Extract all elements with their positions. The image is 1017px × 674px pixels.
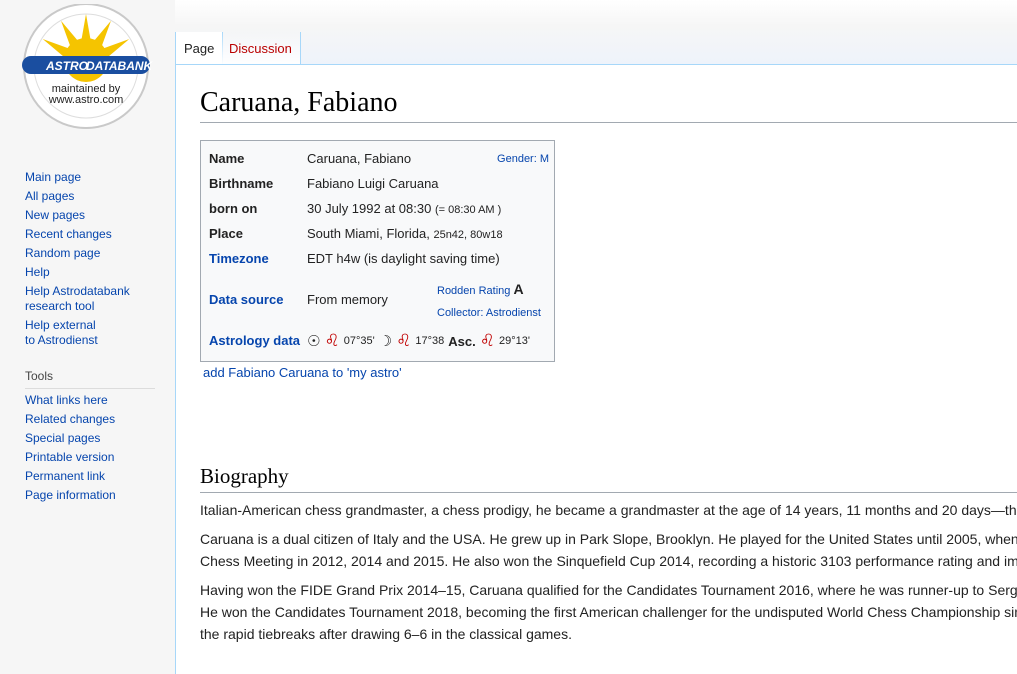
nav-random-page[interactable]: Random page	[25, 246, 100, 260]
nav-help[interactable]: Help	[25, 265, 50, 279]
nav-help-research-tool[interactable]: Help Astrodatabank research tool	[25, 284, 130, 313]
nav-recent-changes[interactable]: Recent changes	[25, 227, 112, 241]
born-label: born on	[209, 201, 258, 216]
rodden-rating: Rodden Rating A	[437, 281, 524, 297]
nav-main-page[interactable]: Main page	[25, 170, 81, 184]
page-title: Caruana, Fabiano	[200, 87, 1017, 123]
sun-icon: ☉	[307, 333, 321, 350]
nav-help-external[interactable]: Help external	[25, 318, 160, 333]
tools-menu: What links here Related changes Special …	[25, 393, 160, 507]
place-coords: 25n42, 80w18	[433, 229, 503, 241]
born-value: 30 July 1992 at 08:30 (= 08:30 AM )	[307, 201, 501, 216]
navigation-menu: Main page All pages New pages Recent cha…	[25, 170, 160, 352]
add-to-my-astro-link[interactable]: add Fabiano Caruana to 'my astro'	[203, 365, 402, 380]
data-source-value: From memory	[307, 292, 388, 307]
logo-text-databank: DATABANK	[86, 59, 154, 73]
leo-moon-icon: ♌	[396, 331, 412, 350]
tools-printable-version[interactable]: Printable version	[25, 450, 114, 464]
timezone-link[interactable]: Timezone	[209, 251, 269, 266]
biography-paragraph-3-line-1: Having won the FIDE Grand Prix 2014–15, …	[200, 582, 1017, 598]
gender-link[interactable]: Gender: M	[497, 153, 549, 165]
tools-related-changes[interactable]: Related changes	[25, 412, 115, 426]
nav-all-pages[interactable]: All pages	[25, 189, 74, 203]
ascendant-label: Asc.	[448, 333, 476, 349]
birthname-label: Birthname	[209, 176, 274, 191]
tools-special-pages[interactable]: Special pages	[25, 431, 100, 445]
leo-asc-icon: ♌	[479, 331, 495, 350]
born-date: 30 July 1992 at 08:30	[307, 201, 432, 216]
tools-heading: Tools	[25, 369, 155, 389]
name-value: Caruana, Fabiano	[307, 151, 412, 166]
main-content: Caruana, Fabiano Name Caruana, Fabiano G…	[175, 64, 1017, 674]
timezone-value: EDT h4w (is daylight saving time)	[307, 251, 500, 266]
rodden-rating-value: A	[513, 281, 524, 297]
logo-text-url: www.astro.com	[48, 94, 124, 106]
birthname-value: Fabiano Luigi Caruana	[307, 176, 439, 191]
birth-data-infobox: Name Caruana, Fabiano Gender: M Birthnam…	[200, 140, 555, 362]
moon-degree: 17°38	[415, 335, 445, 347]
astrology-values: ☉ ♌ 07°35' ☽ ♌ 17°38 Asc. ♌ 29°13'	[307, 331, 530, 351]
tools-permanent-link[interactable]: Permanent link	[25, 469, 105, 483]
moon-icon: ☽	[378, 333, 393, 350]
biography-heading: Biography	[200, 464, 1017, 493]
place-label: Place	[209, 226, 243, 241]
place-name: South Miami, Florida,	[307, 226, 430, 241]
asc-degree: 29°13'	[498, 335, 530, 347]
biography-paragraph-3-line-3: the rapid tiebreaks after drawing 6–6 in…	[200, 626, 572, 642]
sun-degree: 07°35'	[343, 335, 375, 347]
place-value: South Miami, Florida, 25n42, 80w18	[307, 226, 503, 241]
page-tabs: Page Discussion	[175, 0, 1017, 65]
sidebar: ASTRO DATABANK maintained by www.astro.c…	[0, 0, 175, 674]
name-label: Name	[209, 151, 245, 166]
astrodatabank-logo[interactable]: ASTRO DATABANK maintained by www.astro.c…	[18, 3, 154, 132]
tools-what-links-here[interactable]: What links here	[25, 393, 108, 407]
logo-text-astro: ASTRO	[45, 59, 89, 73]
biography-paragraph-2-line-2: Chess Meeting in 2012, 2014 and 2015. He…	[200, 553, 1017, 569]
biography-paragraph-2-line-1: Caruana is a dual citizen of Italy and t…	[200, 531, 1017, 547]
tab-page[interactable]: Page	[175, 32, 224, 65]
tab-discussion[interactable]: Discussion	[221, 32, 301, 65]
collector-link[interactable]: Collector: Astrodienst	[437, 307, 541, 319]
astrology-data-link[interactable]: Astrology data	[209, 333, 300, 348]
tools-page-information[interactable]: Page information	[25, 488, 116, 502]
data-source-link[interactable]: Data source	[209, 292, 283, 307]
biography-paragraph-1: Italian-American chess grandmaster, a ch…	[200, 502, 1017, 518]
biography-paragraph-3-line-2: He won the Candidates Tournament 2018, b…	[200, 604, 1017, 620]
rodden-rating-link[interactable]: Rodden Rating	[437, 285, 510, 297]
born-note: (= 08:30 AM )	[434, 204, 502, 216]
leo-sun-icon: ♌	[324, 331, 340, 350]
nav-new-pages[interactable]: New pages	[25, 208, 85, 222]
nav-to-astrodienst[interactable]: to Astrodienst	[25, 333, 98, 347]
